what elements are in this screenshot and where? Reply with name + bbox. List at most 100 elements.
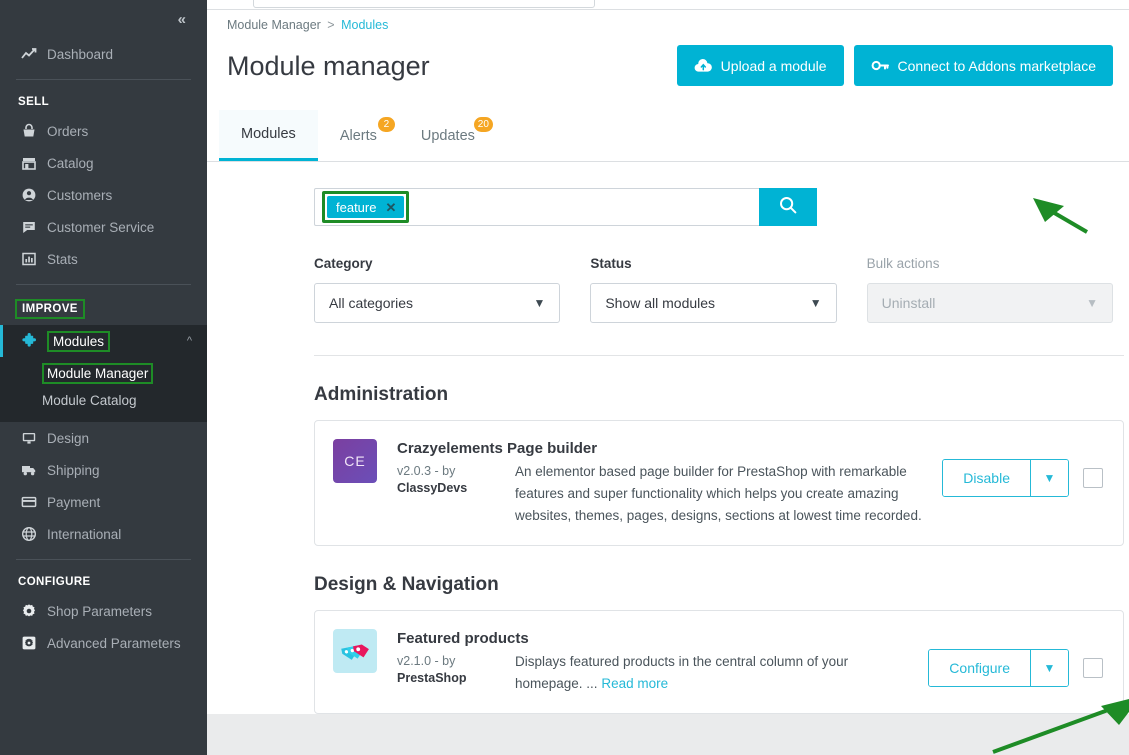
sidebar-item-orders[interactable]: Orders — [0, 115, 207, 147]
module-actions: Disable ▼ — [942, 439, 1103, 497]
module-icon-featured-products — [333, 629, 377, 673]
sidebar-item-catalog[interactable]: Catalog — [0, 147, 207, 179]
chevron-up-icon[interactable]: ^ — [187, 335, 192, 347]
module-author: ClassyDevs — [397, 481, 468, 495]
sidebar-item-label: Catalog — [47, 155, 94, 171]
section-title-administration: Administration — [314, 384, 449, 405]
status-select-value: Show all modules — [605, 295, 716, 311]
sidebar-divider-1 — [16, 79, 191, 80]
search-tag-feature[interactable]: feature ✕ — [327, 196, 405, 218]
sidebar-modules-label-text: Modules — [47, 330, 111, 352]
collapse-sidebar-icon[interactable]: « — [178, 11, 186, 28]
upload-a-module-label: Upload a module — [720, 57, 827, 74]
sidebar-item-design[interactable]: Design — [0, 422, 207, 454]
module-icon-crazyelements: CE — [333, 439, 377, 483]
sidebar-item-label: Modules — [47, 330, 111, 352]
basket-icon — [21, 123, 47, 139]
breadcrumb-parent[interactable]: Module Manager — [227, 18, 321, 32]
module-select-checkbox[interactable] — [1083, 468, 1103, 488]
globe-icon — [21, 526, 47, 542]
module-description: An elementor based page builder for Pres… — [515, 439, 942, 527]
connect-to-addons-marketplace-button[interactable]: Connect to Addons marketplace — [853, 45, 1113, 86]
breadcrumb-current[interactable]: Modules — [341, 18, 388, 32]
read-more-link[interactable]: Read more — [601, 676, 668, 691]
module-select-checkbox[interactable] — [1083, 658, 1103, 678]
module-action-group: Disable ▼ — [942, 459, 1069, 497]
category-select[interactable]: All categories ▼ — [314, 283, 561, 323]
sidebar-item-label: Payment — [47, 494, 101, 510]
search-field[interactable]: feature ✕ — [315, 189, 759, 225]
sidebar-item-advanced-parameters[interactable]: Advanced Parameters — [0, 627, 207, 659]
sidebar-item-modules[interactable]: Modules ^ — [0, 325, 207, 357]
search-button[interactable] — [759, 188, 817, 226]
module-action-group: Configure ▼ — [928, 649, 1069, 687]
upload-a-module-button[interactable]: Upload a module — [676, 45, 844, 86]
sidebar-subitem-module-manager[interactable]: Module Manager — [0, 359, 207, 388]
sidebar: « Dashboard SELL Orders Catalog Customer… — [0, 0, 207, 755]
page-header: Module Manager > Modules Module manager … — [207, 10, 1129, 110]
sidebar-item-label: International — [47, 526, 122, 542]
module-meta: Featured products v2.1.0 - by PrestaShop — [397, 629, 529, 685]
close-icon[interactable]: ✕ — [385, 201, 396, 214]
chevron-down-icon: ▼ — [1086, 296, 1098, 310]
module-card-crazyelements: CE Crazyelements Page builder v2.0.3 - b… — [314, 420, 1124, 546]
module-card-featured-products: Featured products v2.1.0 - by PrestaShop… — [314, 610, 1124, 714]
person-icon — [21, 187, 47, 203]
chevron-down-icon[interactable]: ▼ — [1030, 460, 1068, 496]
sidebar-item-dashboard[interactable]: Dashboard — [0, 38, 207, 70]
sidebar-item-label: Dashboard — [47, 46, 114, 62]
breadcrumb: Module Manager > Modules — [223, 16, 1113, 32]
sidebar-item-shop-parameters[interactable]: Shop Parameters — [0, 595, 207, 627]
sidebar-subitem-label: Module Manager — [42, 363, 154, 384]
tab-label: Modules — [241, 126, 296, 142]
breadcrumb-separator: > — [327, 18, 335, 32]
category-select-value: All categories — [329, 295, 414, 311]
sidebar-submenu-modules: Module Manager Module Catalog — [0, 357, 207, 422]
filter-category: Category All categories ▼ — [314, 256, 561, 323]
tab-alerts[interactable]: Alerts 2 — [318, 110, 399, 161]
bulk-actions-select: Uninstall ▼ — [866, 283, 1113, 323]
sidebar-item-stats[interactable]: Stats — [0, 243, 207, 275]
chevron-down-icon[interactable]: ▼ — [1030, 650, 1068, 686]
filter-category-label: Category — [314, 256, 373, 271]
search-icon — [778, 195, 798, 220]
module-version: v2.1.0 - by — [397, 654, 456, 668]
puzzle-icon — [21, 332, 47, 350]
sidebar-item-label: Shop Parameters — [47, 603, 153, 619]
sidebar-item-label: Design — [47, 430, 90, 446]
monitor-icon — [21, 430, 47, 446]
status-select[interactable]: Show all modules ▼ — [590, 283, 837, 323]
page-title: Module manager — [227, 50, 430, 81]
sidebar-collapse-row: « — [0, 0, 207, 38]
disable-button[interactable]: Disable — [943, 460, 1030, 496]
module-version: v2.0.3 - by — [397, 464, 456, 478]
sidebar-subitem-module-catalog[interactable]: Module Catalog — [0, 388, 207, 414]
sidebar-item-shipping[interactable]: Shipping — [0, 454, 207, 486]
global-search-box-partial[interactable] — [253, 0, 595, 8]
filter-bulk-actions: Bulk actions Uninstall ▼ — [866, 256, 1113, 323]
search-tag-label: feature — [336, 199, 377, 215]
sidebar-divider-2 — [16, 284, 191, 285]
module-search-bar: feature ✕ — [314, 188, 817, 226]
sidebar-item-international[interactable]: International — [0, 518, 207, 550]
sidebar-section-configure: CONFIGURE — [18, 576, 91, 588]
sidebar-item-label: Orders — [47, 123, 89, 139]
credit-card-icon — [21, 494, 47, 510]
configure-button[interactable]: Configure — [929, 650, 1030, 686]
sidebar-section-sell: SELL — [18, 96, 49, 108]
sidebar-item-label: Stats — [47, 251, 78, 267]
filter-bulk-actions-label: Bulk actions — [866, 256, 940, 271]
search-row: feature ✕ — [223, 162, 1113, 226]
sidebar-item-customer-service[interactable]: Customer Service — [0, 211, 207, 243]
module-name: Crazyelements Page builder — [397, 440, 598, 457]
tab-updates[interactable]: Updates 20 — [399, 110, 497, 161]
module-author: PrestaShop — [397, 671, 467, 685]
sidebar-item-customers[interactable]: Customers — [0, 179, 207, 211]
tab-modules[interactable]: Modules — [219, 110, 318, 161]
tab-bar: Modules Alerts 2 Updates 20 — [207, 110, 1129, 162]
gear-square-icon — [21, 635, 47, 651]
section-title-design-navigation: Design & Navigation — [314, 574, 499, 595]
sidebar-item-payment[interactable]: Payment — [0, 486, 207, 518]
top-strip — [207, 0, 1129, 10]
module-icon-text: CE — [344, 453, 366, 469]
